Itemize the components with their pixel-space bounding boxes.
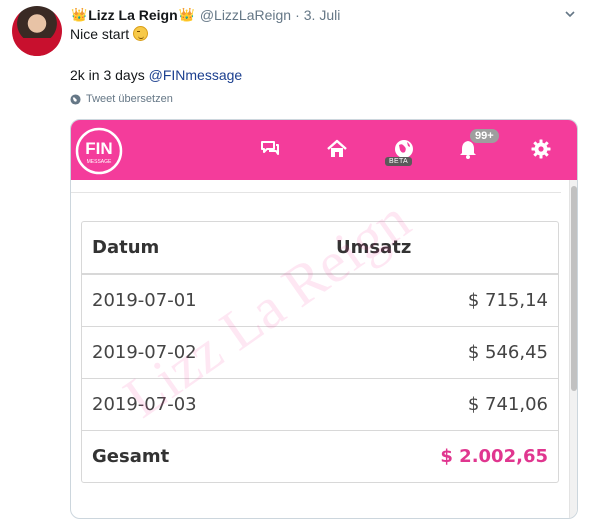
crown-icon: 👑 <box>178 7 195 22</box>
date-cell: 2019-07-02 <box>92 342 197 363</box>
gear-icon[interactable] <box>530 138 552 160</box>
total-value: $ 2.002,65 <box>440 446 548 467</box>
notification-badge: 99+ <box>470 129 499 143</box>
fin-logo: FIN MESSAGE <box>75 127 123 175</box>
display-name[interactable]: Lizz La Reign <box>88 7 177 23</box>
chevron-down-icon[interactable] <box>564 8 576 20</box>
tweet-text-line: 2k in 3 days @FINmessage <box>70 67 242 83</box>
separator-dot: · <box>295 7 300 23</box>
tweet-text: Nice start <box>70 26 130 42</box>
beta-badge: BETA <box>385 157 412 166</box>
revenue-table: Datum Umsatz 2019-07-01 $ 715,14 2019-07… <box>81 221 559 483</box>
divider <box>71 192 561 193</box>
translate-link[interactable]: Tweet übersetzen <box>70 93 173 105</box>
translate-label: Tweet übersetzen <box>86 93 173 105</box>
tweet-text-line: Nice start <box>70 26 149 42</box>
scrollbar[interactable] <box>569 180 577 518</box>
user-handle[interactable]: @LizzLaReign <box>200 7 291 23</box>
amount-cell: $ 715,14 <box>467 290 548 311</box>
app-navbar: FIN MESSAGE BETA 99+ <box>71 120 577 180</box>
amount-cell: $ 741,06 <box>467 394 548 415</box>
table-row: 2019-07-03 $ 741,06 <box>82 378 558 430</box>
svg-text:FIN: FIN <box>85 139 112 158</box>
wink-emoji-icon <box>133 26 149 41</box>
mention-link[interactable]: @FINmessage <box>149 67 243 83</box>
table-total-row: Gesamt $ 2.002,65 <box>82 430 558 482</box>
home-icon[interactable] <box>326 138 348 160</box>
attached-image[interactable]: FIN MESSAGE BETA 99+ Datum Umsatz 2019-0… <box>70 119 578 519</box>
globe-icon <box>70 93 81 105</box>
scrollbar-thumb[interactable] <box>571 186 577 391</box>
tweet-text: 2k in 3 days <box>70 67 149 83</box>
column-header-umsatz: Umsatz <box>336 237 412 258</box>
tweet-header: 👑 Lizz La Reign 👑 @LizzLaReign · 3. Juli <box>70 6 340 24</box>
total-label: Gesamt <box>92 446 170 467</box>
table-row: 2019-07-02 $ 546,45 <box>82 326 558 378</box>
tweet-date[interactable]: 3. Juli <box>304 7 341 23</box>
crown-icon: 👑 <box>71 7 88 22</box>
column-header-datum: Datum <box>92 237 160 258</box>
amount-cell: $ 546,45 <box>467 342 548 363</box>
date-cell: 2019-07-03 <box>92 394 197 415</box>
avatar[interactable] <box>12 6 62 56</box>
date-cell: 2019-07-01 <box>92 290 197 311</box>
svg-text:MESSAGE: MESSAGE <box>87 159 112 165</box>
chat-icon[interactable] <box>259 138 281 160</box>
table-header-row: Datum Umsatz <box>82 222 558 274</box>
table-row: 2019-07-01 $ 715,14 <box>82 274 558 326</box>
